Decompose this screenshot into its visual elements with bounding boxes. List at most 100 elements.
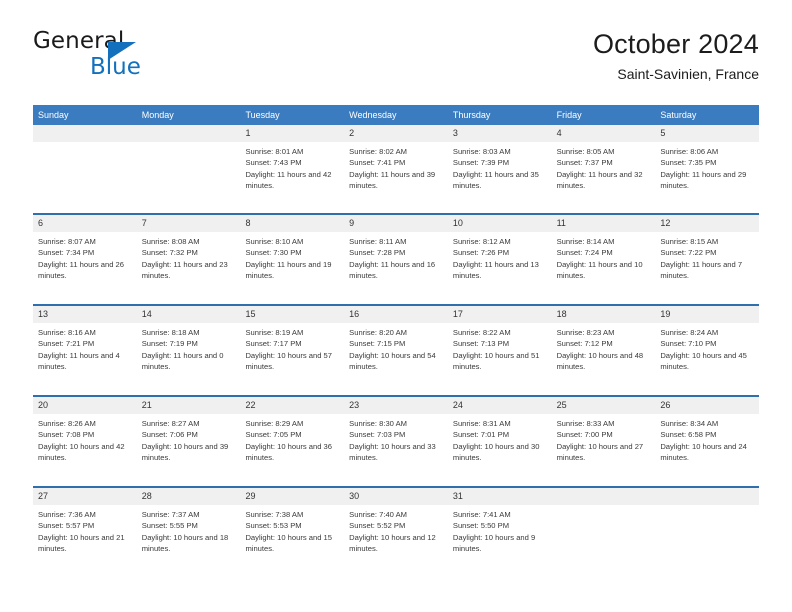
day-sun-info: Sunrise: 8:26 AM Sunset: 7:08 PM Daylight:…: [33, 414, 137, 464]
daylight-text: Daylight: 11 hours and 16 minutes.: [349, 259, 436, 281]
calendar-day-cell[interactable]: 4 Sunrise: 8:05 AM Sunset: 7:37 PM Daylight…: [551, 125, 656, 213]
calendar-day-cell[interactable]: 18 Sunrise: 8:23 AM Sunset: 7:12 PM Dayligh…: [551, 306, 656, 395]
day-number: 15: [240, 306, 345, 323]
calendar-day-cell[interactable]: 16 Sunrise: 8:20 AM Sunset: 7:15 PM Dayligh…: [344, 306, 448, 395]
day-number: 21: [136, 397, 241, 414]
sunrise-text: Sunrise: 8:23 AM: [556, 328, 615, 337]
day-sun-info: Sunrise: 8:11 AM Sunset: 7:28 PM Daylight:…: [344, 232, 448, 282]
day-sun-info: Sunrise: 8:12 AM Sunset: 7:26 PM Daylight:…: [448, 232, 552, 282]
calendar-day-cell[interactable]: 26 Sunrise: 8:34 AM Sunset: 6:58 PM Dayligh…: [655, 397, 760, 486]
calendar-day-cell[interactable]: 31 Sunrise: 7:41 AM Sunset: 5:50 PM Dayligh…: [447, 488, 552, 577]
day-number: 31: [447, 488, 552, 505]
sunset-text: Sunset: 7:10 PM: [660, 339, 717, 349]
calendar-day-cell[interactable]: 22 Sunrise: 8:29 AM Sunset: 7:05 PM Dayligh…: [240, 397, 345, 486]
daylight-text: Daylight: 11 hours and 7 minutes.: [660, 259, 743, 281]
day-number: 16: [344, 306, 448, 323]
calendar-day-cell[interactable]: 5 Sunrise: 8:06 AM Sunset: 7:35 PM Daylight…: [655, 125, 760, 213]
daylight-text: Daylight: 10 hours and 9 minutes.: [452, 532, 536, 554]
day-number: 19: [655, 306, 760, 323]
daylight-text: Daylight: 10 hours and 24 minutes.: [660, 441, 747, 463]
sunrise-text: Sunrise: 8:18 AM: [141, 328, 200, 337]
weekday-header-friday: Friday: [556, 110, 582, 120]
sunrise-text: Sunrise: 8:11 AM: [349, 237, 407, 246]
daylight-text: Daylight: 10 hours and 57 minutes.: [245, 350, 332, 372]
calendar-day-cell[interactable]: 21 Sunrise: 8:27 AM Sunset: 7:06 PM Dayligh…: [136, 397, 241, 486]
daylight-text: Daylight: 10 hours and 30 minutes.: [452, 441, 540, 463]
day-sun-info: Sunrise: 7:41 AM Sunset: 5:50 PM Daylight:…: [448, 505, 552, 555]
general-blue-logo[interactable]: General Blue: [33, 28, 253, 84]
calendar-day-cell-empty: [136, 125, 241, 213]
calendar-day-cell[interactable]: 7 Sunrise: 8:08 AM Sunset: 7:32 PM Daylight…: [136, 215, 241, 304]
daylight-text: Daylight: 10 hours and 12 minutes.: [349, 532, 436, 554]
weekday-header-row: Sunday Monday Tuesday Wednesday Thursday Frid…: [33, 105, 759, 125]
calendar-week-row: 1 Sunrise: 8:01 AM Sunset: 7:43 PM Daylight…: [33, 125, 760, 213]
daylight-text: Daylight: 10 hours and 36 minutes.: [245, 441, 332, 463]
calendar-day-cell[interactable]: 28 Sunrise: 7:37 AM Sunset: 5:55 PM Dayligh…: [136, 488, 241, 577]
sunrise-text: Sunrise: 8:06 AM: [660, 147, 719, 156]
calendar-day-cell[interactable]: 14 Sunrise: 8:18 AM Sunset: 7:19 PM Dayligh…: [136, 306, 241, 395]
sunset-text: Sunset: 7:21 PM: [38, 339, 95, 349]
day-sun-info: Sunrise: 8:02 AM Sunset: 7:41 PM Daylight:…: [344, 142, 448, 192]
calendar-day-cell[interactable]: 13 Sunrise: 8:16 AM Sunset: 7:21 PM Dayligh…: [33, 306, 137, 395]
calendar-day-cell[interactable]: 10 Sunrise: 8:12 AM Sunset: 7:26 PM Dayligh…: [447, 215, 552, 304]
calendar-day-cell[interactable]: 29 Sunrise: 7:38 AM Sunset: 5:53 PM Dayligh…: [240, 488, 345, 577]
page-subtitle: Saint-Savinien, France: [617, 66, 759, 82]
sunset-text: Sunset: 7:19 PM: [141, 339, 198, 349]
calendar-day-cell-empty: [551, 488, 656, 577]
weekday-header-sunday: Sunday: [38, 110, 69, 120]
calendar-day-cell[interactable]: 2 Sunrise: 8:02 AM Sunset: 7:41 PM Daylight…: [344, 125, 448, 213]
sunrise-text: Sunrise: 8:03 AM: [452, 147, 511, 156]
daylight-text: Daylight: 10 hours and 45 minutes.: [660, 350, 747, 372]
daylight-text: Daylight: 10 hours and 54 minutes.: [349, 350, 436, 372]
day-sun-info: Sunrise: 8:34 AM Sunset: 6:58 PM Daylight:…: [655, 414, 759, 464]
day-number: 29: [240, 488, 345, 505]
calendar-day-cell[interactable]: 17 Sunrise: 8:22 AM Sunset: 7:13 PM Dayligh…: [447, 306, 552, 395]
day-sun-info: Sunrise: 8:33 AM Sunset: 7:00 PM Daylight:…: [552, 414, 656, 464]
calendar-day-cell[interactable]: 24 Sunrise: 8:31 AM Sunset: 7:01 PM Dayligh…: [447, 397, 552, 486]
daylight-text: Daylight: 10 hours and 42 minutes.: [38, 441, 125, 463]
sunset-text: Sunset: 7:03 PM: [349, 430, 406, 440]
calendar-day-cell[interactable]: 15 Sunrise: 8:19 AM Sunset: 7:17 PM Dayligh…: [240, 306, 345, 395]
sunset-text: Sunset: 7:30 PM: [245, 248, 302, 258]
daylight-text: Daylight: 11 hours and 32 minutes.: [556, 169, 643, 191]
page-header: General Blue October 2024 Saint-Savinien…: [33, 28, 759, 90]
calendar-day-cell[interactable]: 3 Sunrise: 8:03 AM Sunset: 7:39 PM Daylight…: [447, 125, 552, 213]
day-number: [551, 488, 656, 505]
day-sun-info: Sunrise: 8:08 AM Sunset: 7:32 PM Daylight:…: [137, 232, 241, 282]
calendar-day-cell[interactable]: 6 Sunrise: 8:07 AM Sunset: 7:34 PM Daylight…: [33, 215, 137, 304]
calendar-week-row: 13 Sunrise: 8:16 AM Sunset: 7:21 PM Dayligh…: [33, 304, 760, 395]
sunset-text: Sunset: 7:35 PM: [660, 158, 717, 168]
sunrise-text: Sunrise: 8:26 AM: [38, 419, 96, 428]
daylight-text: Daylight: 11 hours and 4 minutes.: [38, 350, 120, 372]
sunset-text: Sunset: 5:55 PM: [141, 521, 198, 531]
day-number: 1: [240, 125, 345, 142]
calendar-day-cell[interactable]: 25 Sunrise: 8:33 AM Sunset: 7:00 PM Dayligh…: [551, 397, 656, 486]
sunset-text: Sunset: 7:22 PM: [660, 248, 717, 258]
sunset-text: Sunset: 7:32 PM: [141, 248, 198, 258]
day-number: 3: [447, 125, 552, 142]
day-sun-info: Sunrise: 7:37 AM Sunset: 5:55 PM Daylight:…: [137, 505, 241, 555]
calendar-day-cell[interactable]: 12 Sunrise: 8:15 AM Sunset: 7:22 PM Dayligh…: [655, 215, 760, 304]
daylight-text: Daylight: 11 hours and 0 minutes.: [141, 350, 224, 372]
weekday-header-monday: Monday: [141, 110, 174, 120]
sunrise-text: Sunrise: 8:22 AM: [452, 328, 511, 337]
day-number: 28: [136, 488, 241, 505]
day-sun-info: Sunrise: 7:36 AM Sunset: 5:57 PM Daylight:…: [33, 505, 137, 555]
day-number: 22: [240, 397, 345, 414]
calendar-day-cell[interactable]: 30 Sunrise: 7:40 AM Sunset: 5:52 PM Dayligh…: [344, 488, 448, 577]
calendar-day-cell[interactable]: 9 Sunrise: 8:11 AM Sunset: 7:28 PM Daylight…: [344, 215, 448, 304]
sunset-text: Sunset: 5:52 PM: [349, 521, 406, 531]
day-number: 23: [344, 397, 448, 414]
sunset-text: Sunset: 7:43 PM: [245, 158, 302, 168]
day-number: 8: [240, 215, 345, 232]
sunset-text: Sunset: 7:05 PM: [245, 430, 302, 440]
calendar-day-cell[interactable]: 8 Sunrise: 8:10 AM Sunset: 7:30 PM Daylight…: [240, 215, 345, 304]
calendar-day-cell[interactable]: 23 Sunrise: 8:30 AM Sunset: 7:03 PM Dayligh…: [344, 397, 448, 486]
calendar-day-cell[interactable]: 27 Sunrise: 7:36 AM Sunset: 5:57 PM Dayligh…: [33, 488, 137, 577]
calendar-day-cell[interactable]: 11 Sunrise: 8:14 AM Sunset: 7:24 PM Dayligh…: [551, 215, 656, 304]
sunset-text: Sunset: 7:12 PM: [556, 339, 613, 349]
calendar-day-cell[interactable]: 1 Sunrise: 8:01 AM Sunset: 7:43 PM Daylight…: [240, 125, 345, 213]
calendar-day-cell[interactable]: 19 Sunrise: 8:24 AM Sunset: 7:10 PM Dayligh…: [655, 306, 760, 395]
sunrise-text: Sunrise: 8:24 AM: [660, 328, 719, 337]
calendar-day-cell[interactable]: 20 Sunrise: 8:26 AM Sunset: 7:08 PM Dayligh…: [33, 397, 137, 486]
